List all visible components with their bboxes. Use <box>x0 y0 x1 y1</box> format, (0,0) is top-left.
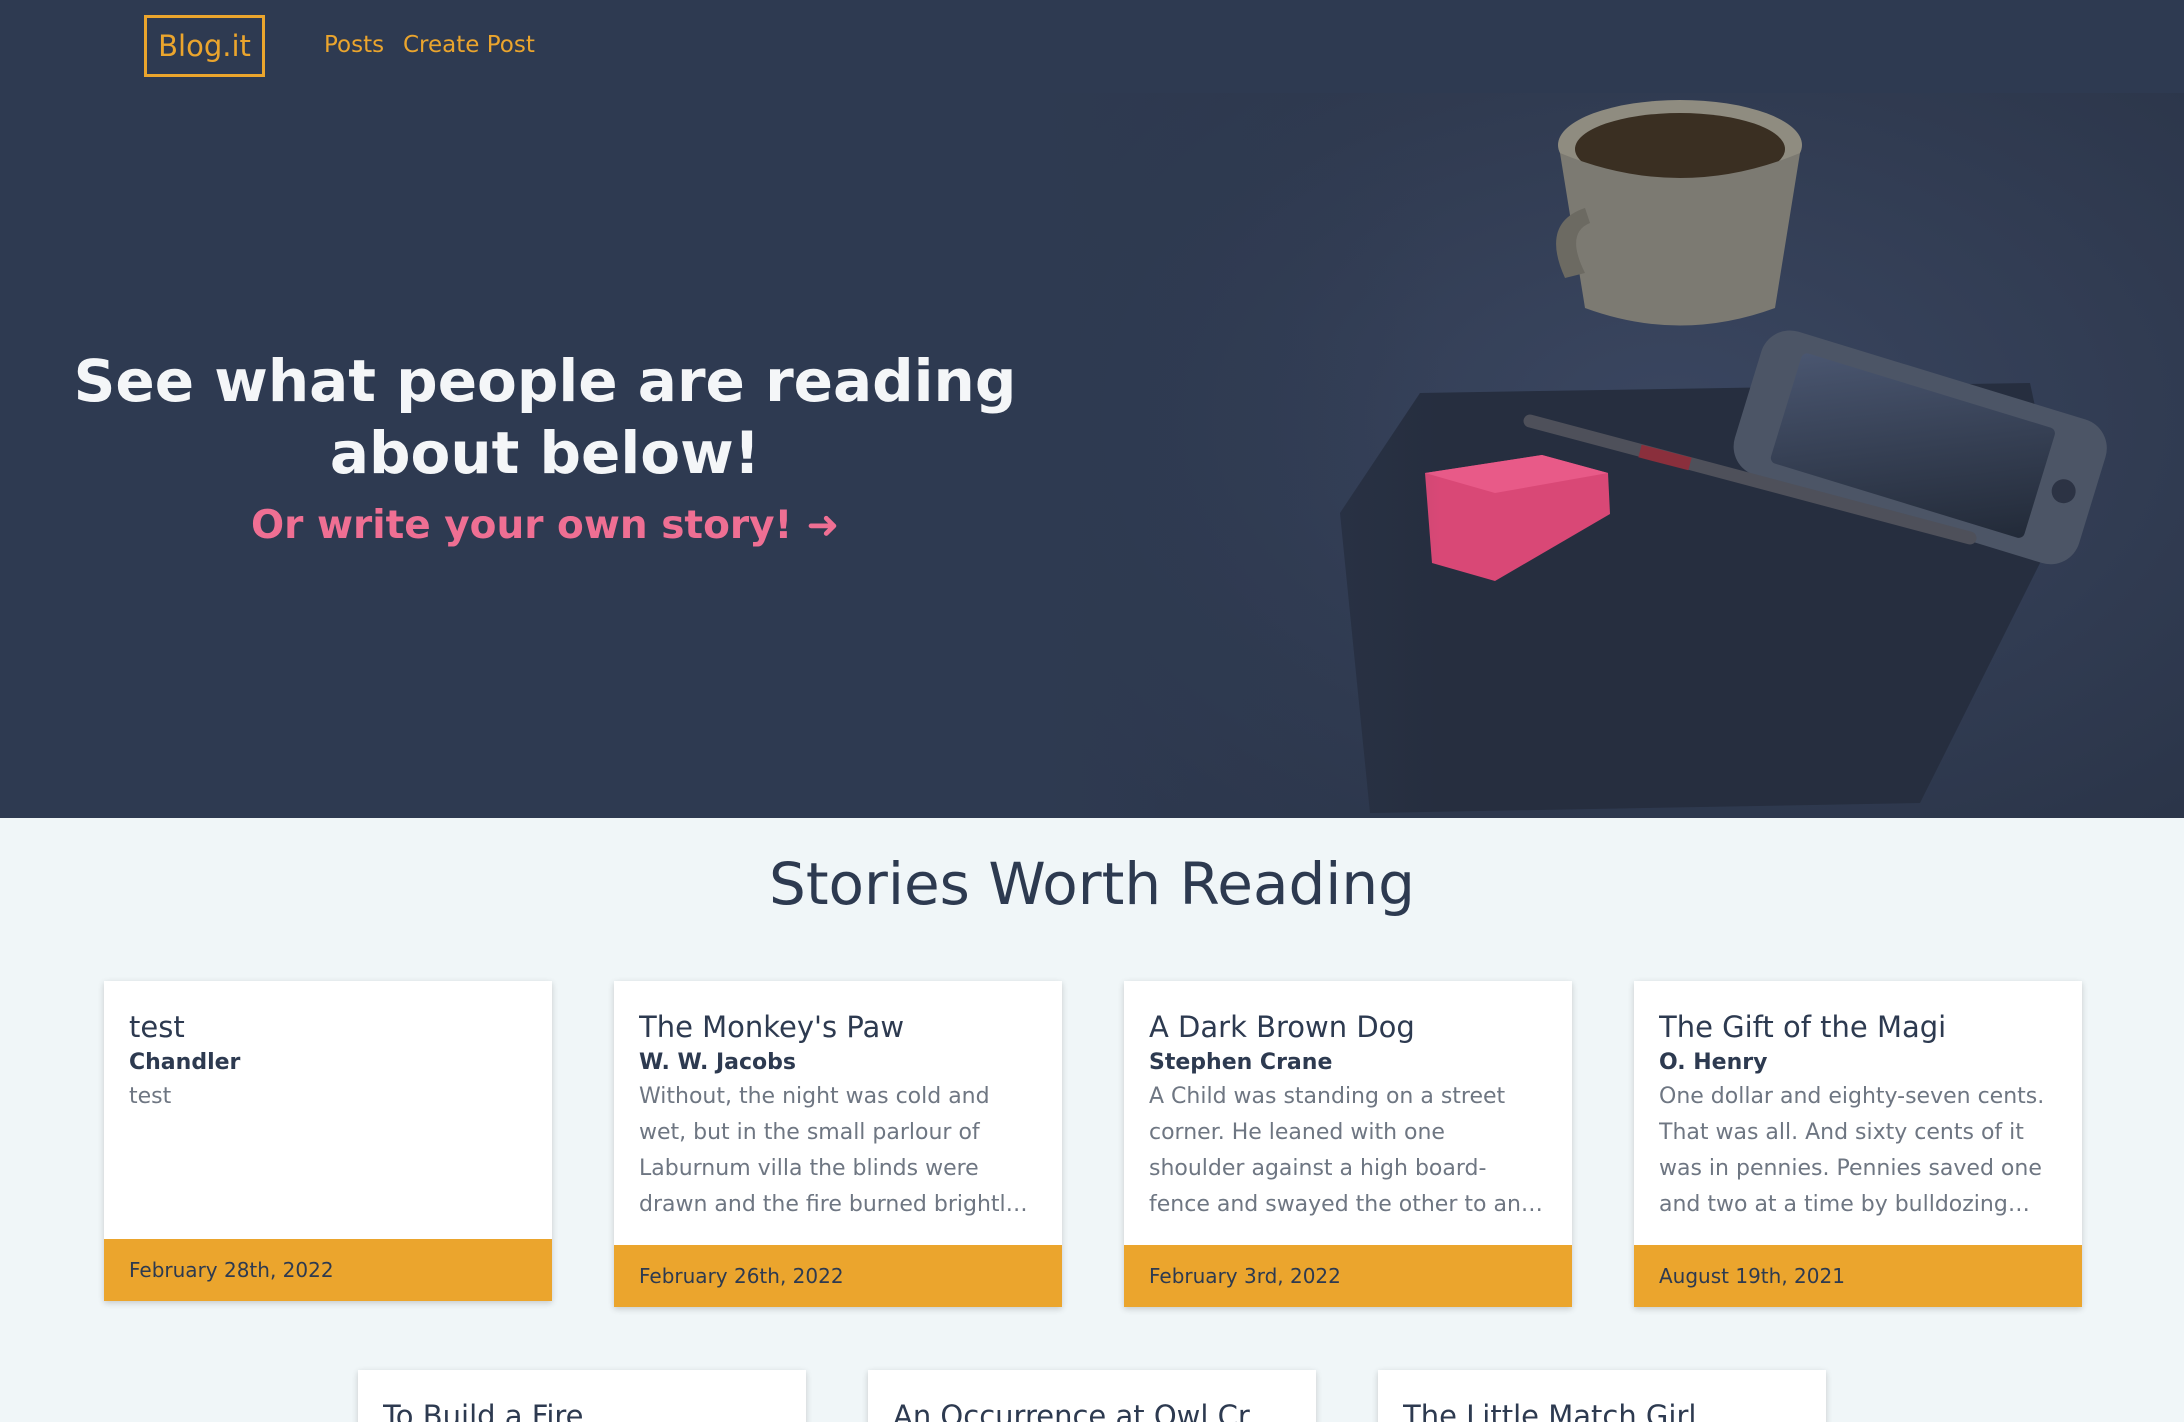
hero-banner: See what people are reading about below!… <box>0 93 2184 818</box>
post-card[interactable]: test Chandler test February 28th, 2022 <box>104 981 552 1301</box>
post-excerpt: test <box>129 1084 172 1109</box>
post-author: Chandler <box>129 1050 241 1075</box>
post-excerpt: A Child was standing on a street corner.… <box>1149 1084 1535 1217</box>
post-date: August 19th, 2021 <box>1634 1245 2082 1307</box>
card-body: To Build a Fire <box>358 1370 806 1422</box>
nav-link-posts[interactable]: Posts <box>324 32 384 58</box>
post-card[interactable]: To Build a Fire <box>358 1370 806 1422</box>
card-body: test Chandler test <box>104 981 552 1239</box>
hero-photo <box>1040 93 2184 818</box>
hero-title: See what people are reading about below! <box>73 347 1017 487</box>
post-title: An Occurrence at Owl Cree... <box>893 1399 1291 1422</box>
post-card[interactable]: The Monkey's Paw W. W. Jacobs Without, t… <box>614 981 1062 1307</box>
card-body: The Monkey's Paw W. W. Jacobs Without, t… <box>614 981 1062 1245</box>
card-body: A Dark Brown Dog Stephen Crane A Child w… <box>1124 981 1572 1245</box>
post-title: The Little Match Girl <box>1403 1399 1697 1422</box>
post-author: O. Henry <box>1659 1050 1768 1075</box>
post-card[interactable]: An Occurrence at Owl Cree... <box>868 1370 1316 1422</box>
post-title: test <box>129 1010 185 1044</box>
post-title: To Build a Fire <box>383 1399 584 1422</box>
post-date: February 26th, 2022 <box>614 1245 1062 1307</box>
section-title: Stories Worth Reading <box>769 850 1415 918</box>
post-title: The Monkey's Paw <box>639 1010 905 1044</box>
post-author: W. W. Jacobs <box>639 1050 797 1075</box>
post-excerpt: One dollar and eighty-seven cents. That … <box>1659 1084 2045 1217</box>
post-card[interactable]: The Gift of the Magi O. Henry One dollar… <box>1634 981 2082 1307</box>
write-story-label: Or write your own story! <box>250 503 793 548</box>
post-card[interactable]: A Dark Brown Dog Stephen Crane A Child w… <box>1124 981 1572 1307</box>
nav-link-create-post[interactable]: Create Post <box>403 32 535 58</box>
post-author: Stephen Crane <box>1149 1050 1333 1075</box>
post-title: The Gift of the Magi <box>1659 1010 1947 1044</box>
navbar: Blog.it Posts Create Post <box>0 0 2184 93</box>
card-body: The Gift of the Magi O. Henry One dollar… <box>1634 981 2082 1245</box>
post-title: A Dark Brown Dog <box>1149 1010 1415 1044</box>
post-date: February 28th, 2022 <box>104 1239 552 1301</box>
write-story-link[interactable]: Or write your own story! ➜ <box>40 503 1050 548</box>
post-date: February 3rd, 2022 <box>1124 1245 1572 1307</box>
card-body: The Little Match Girl <box>1378 1370 1826 1422</box>
post-card[interactable]: The Little Match Girl <box>1378 1370 1826 1422</box>
post-excerpt: Without, the night was cold and wet, but… <box>639 1084 1023 1217</box>
arrow-right-icon: ➜ <box>806 503 839 548</box>
card-body: An Occurrence at Owl Cree... <box>868 1370 1316 1422</box>
brand-logo[interactable]: Blog.it <box>144 15 265 77</box>
